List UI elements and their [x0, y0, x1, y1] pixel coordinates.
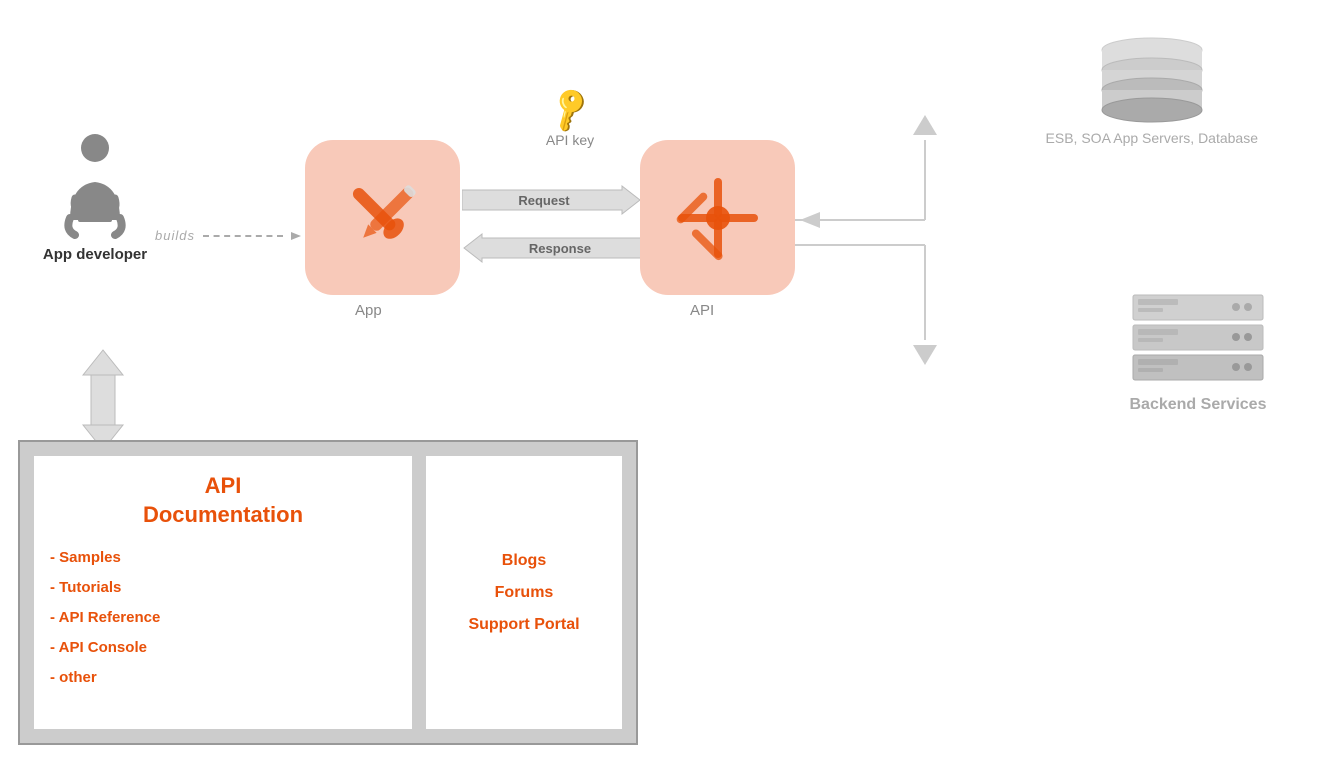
community-box: Blogs Forums Support Portal [424, 454, 624, 731]
list-item: - API Console [50, 633, 396, 663]
api-key-area: 🔑 API key [490, 90, 650, 148]
list-item: - other [50, 663, 396, 693]
app-label: App [355, 302, 382, 319]
builds-arrow: builds [155, 228, 303, 243]
arrow-head [291, 230, 303, 242]
request-arrow-row: Request [462, 185, 642, 215]
server-icon [1123, 290, 1273, 390]
person-icon [50, 130, 140, 240]
api-label: API [690, 302, 714, 319]
double-arrow-icon [73, 345, 133, 455]
svg-text:Response: Response [529, 241, 591, 256]
backend-label: Backend Services [1130, 396, 1267, 414]
list-item: Blogs [468, 545, 579, 577]
api-connector-icon [668, 168, 768, 268]
app-tools-icon [333, 168, 433, 268]
api-docs-list: - Samples - Tutorials - API Reference - … [50, 543, 396, 693]
backend-services-group: Backend Services [1123, 290, 1273, 414]
app-developer-section: App developer [30, 130, 160, 263]
request-arrow: Request [462, 184, 642, 216]
dashed-line [203, 235, 283, 237]
list-item: - API Reference [50, 603, 396, 633]
list-item: - Samples [50, 543, 396, 573]
esb-label: ESB, SOA App Servers, Database [1046, 129, 1258, 149]
api-docs-title: API Documentation [50, 472, 396, 529]
diagram-container: App developer builds App 🔑 API [0, 0, 1338, 770]
response-arrow-row: Response [462, 233, 642, 263]
list-item: Support Portal [468, 609, 579, 641]
builds-text: builds [155, 228, 195, 243]
svg-text:Request: Request [518, 193, 570, 208]
arrows-area: Request Response [462, 185, 642, 263]
app-developer-label: App developer [43, 246, 147, 263]
esb-database-group: ESB, SOA App Servers, Database [1046, 35, 1258, 149]
api-box [640, 140, 795, 295]
list-item: Forums [468, 577, 579, 609]
database-icon [1087, 35, 1217, 125]
community-content: Blogs Forums Support Portal [468, 545, 579, 641]
key-icon: 🔑 [543, 83, 597, 136]
api-key-label: API key [546, 132, 594, 148]
list-item: - Tutorials [50, 573, 396, 603]
app-box [305, 140, 460, 295]
developer-portal: API Documentation - Samples - Tutorials … [18, 440, 638, 745]
api-docs-box: API Documentation - Samples - Tutorials … [32, 454, 414, 731]
response-arrow: Response [462, 232, 642, 264]
